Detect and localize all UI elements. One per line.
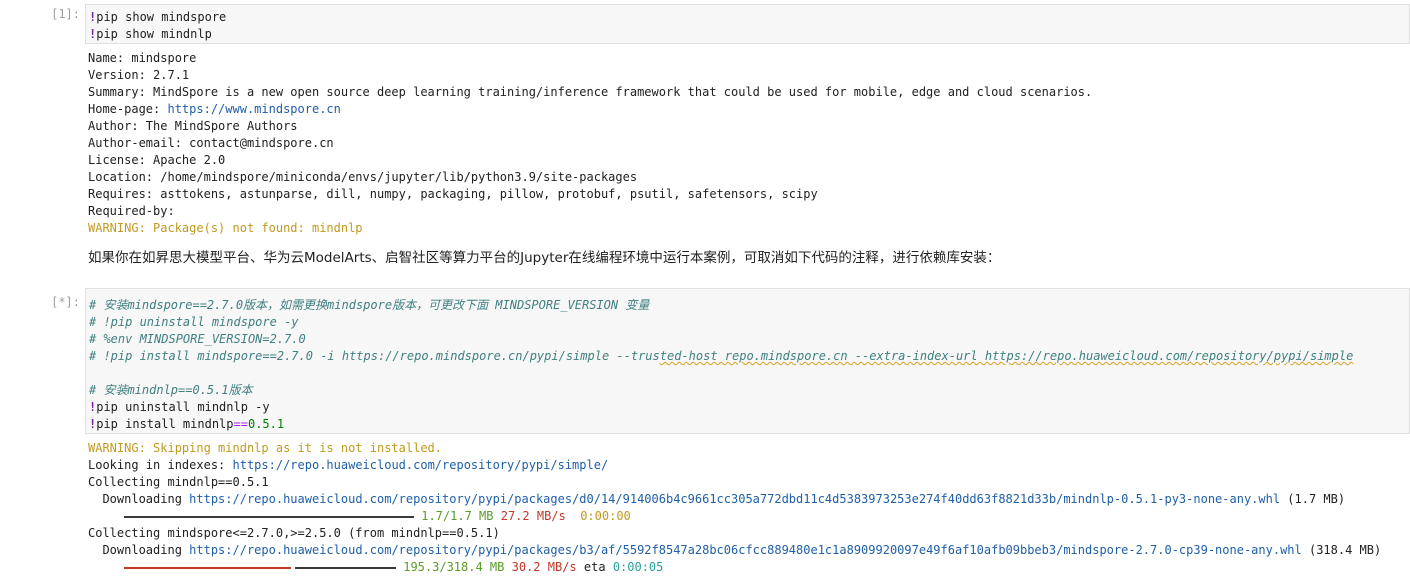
warning-line: WARNING: Skipping mindnlp as it is not i… — [88, 441, 443, 455]
cell-prompt: [*]: — [51, 295, 80, 309]
code-comment: # 安装mindnlp==0.5.1版本 — [89, 383, 253, 397]
code-line: !pip install mindnlp==0.5.1 — [89, 417, 285, 431]
cell-input[interactable]: # 安装mindspore==2.7.0版本，如需更换mindspore版本，可… — [85, 288, 1410, 434]
output-line: Version: 2.7.1 — [88, 68, 190, 82]
code-line: !pip show mindnlp — [89, 27, 212, 41]
code-comment: # !pip install mindspore==2.7.0 -i https… — [89, 349, 1354, 363]
output-line: Author-email: contact@mindspore.cn — [88, 136, 334, 150]
cell-output-2: WARNING: Skipping mindnlp as it is not i… — [88, 440, 1381, 576]
progress-remaining — [295, 566, 396, 569]
output-line: Location: /home/mindspore/miniconda/envs… — [88, 170, 638, 184]
code-comment: # %env MINDSPORE_VERSION=2.7.0 — [89, 332, 306, 346]
progress-line: 1.7/1.7 MB 27.2 MB/s 0:00:00 — [88, 508, 1381, 525]
output-line: Requires: asttokens, astunparse, dill, n… — [88, 187, 818, 201]
progress-fill — [124, 566, 291, 569]
code-comment: # !pip uninstall mindspore -y — [89, 315, 299, 329]
index-link[interactable]: https://repo.huaweicloud.com/repository/… — [233, 458, 609, 472]
output-line: Author: The MindSpore Authors — [88, 119, 298, 133]
homepage-link[interactable]: https://www.mindspore.cn — [167, 102, 340, 116]
warning-line: WARNING: Package(s) not found: mindnlp — [88, 221, 363, 235]
code-comment: # 安装mindspore==2.7.0版本，如需更换mindspore版本，可… — [89, 298, 650, 312]
output-line: Looking in indexes: https://repo.huaweic… — [88, 458, 609, 472]
progress-bar — [124, 559, 396, 576]
output-line: License: Apache 2.0 — [88, 153, 226, 167]
output-line: Downloading https://repo.huaweicloud.com… — [88, 543, 1382, 557]
output-line: Collecting mindspore<=2.7.0,>=2.5.0 (fro… — [88, 526, 500, 540]
output-line: Required-by: — [88, 204, 182, 218]
output-line: Collecting mindnlp==0.5.1 — [88, 475, 269, 489]
output-line: Summary: MindSpore is a new open source … — [88, 85, 1093, 99]
progress-line: 195.3/318.4 MB 30.2 MB/s eta 0:00:05 — [88, 559, 1381, 576]
cell-prompt: [1]: — [51, 7, 80, 21]
code-line: !pip uninstall mindnlp -y — [89, 400, 270, 414]
download-link[interactable]: https://repo.huaweicloud.com/repository/… — [189, 543, 1302, 557]
cell-input[interactable]: !pip show mindspore !pip show mindnlp — [85, 4, 1410, 44]
output-line: Downloading https://repo.huaweicloud.com… — [88, 492, 1346, 506]
progress-fill — [124, 515, 414, 518]
code-line: !pip show mindspore — [89, 10, 227, 24]
cell-output-1: Name: mindspore Version: 2.7.1 Summary: … — [88, 50, 1092, 237]
output-line: Home-page: https://www.mindspore.cn — [88, 102, 341, 116]
output-line: Name: mindspore — [88, 51, 197, 65]
markdown-cell: 如果你在如昇思大模型平台、华为云ModelArts、启智社区等算力平台的Jupy… — [88, 250, 1001, 266]
download-link[interactable]: https://repo.huaweicloud.com/repository/… — [189, 492, 1280, 506]
progress-bar — [124, 508, 414, 525]
